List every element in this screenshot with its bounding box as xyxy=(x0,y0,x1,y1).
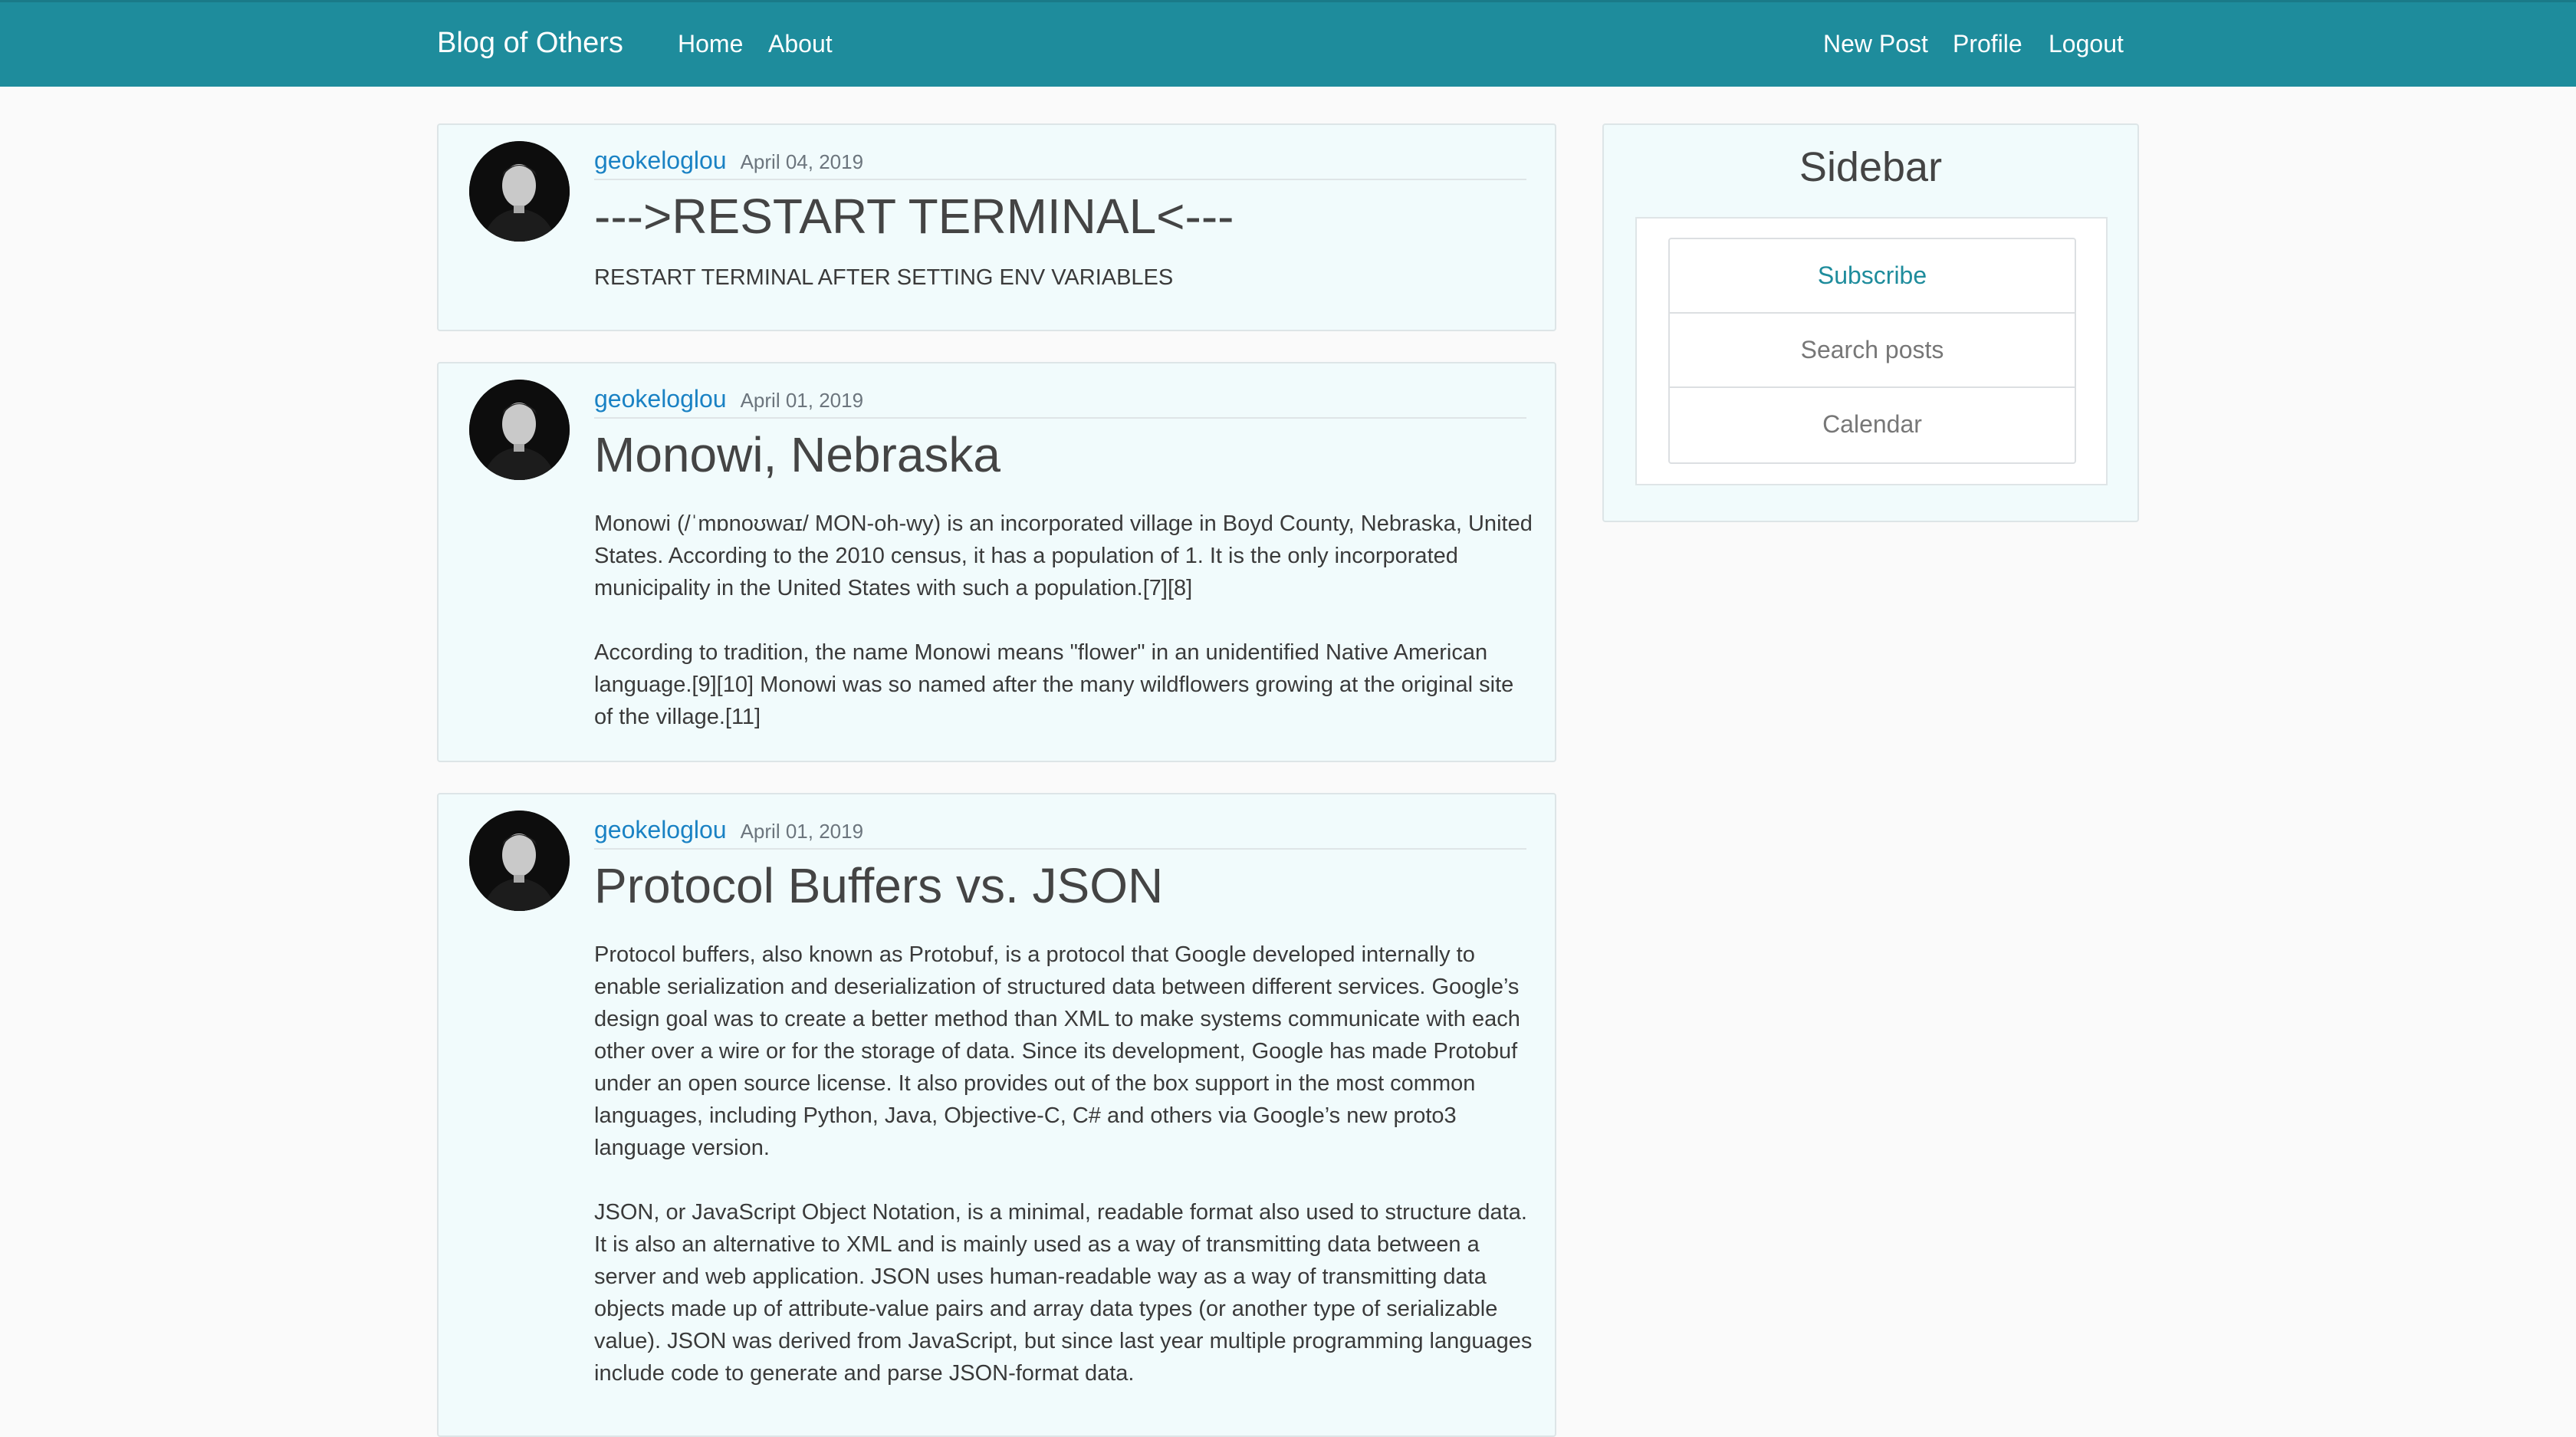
nav-about-link[interactable]: About xyxy=(768,30,833,58)
sidebar-list: Subscribe Search posts Calendar xyxy=(1668,238,2076,464)
post-author-link[interactable]: geokeloglou xyxy=(594,146,727,174)
post-content: Protocol buffers, also known as Protobuf… xyxy=(594,939,1537,1389)
nav-new-post-link[interactable]: New Post xyxy=(1823,30,1928,58)
author-avatar xyxy=(469,811,570,911)
post-paragraph: Protocol buffers, also known as Protobuf… xyxy=(594,942,1520,1160)
post-meta: geokeloglou April 01, 2019 xyxy=(594,816,1526,850)
post-card: geokeloglou April 01, 2019 Monowi, Nebras… xyxy=(437,362,1556,762)
post-card: geokeloglou April 04, 2019 --->RESTART TE… xyxy=(437,123,1556,331)
post-content: RESTART TERMINAL AFTER SETTING ENV VARIA… xyxy=(594,261,1537,294)
post-paragraph: JSON, or JavaScript Object Notation, is … xyxy=(594,1200,1533,1386)
brand-link[interactable]: Blog of Others xyxy=(437,27,623,60)
author-avatar xyxy=(469,141,570,242)
nav-home-link[interactable]: Home xyxy=(678,30,743,58)
post-meta: geokeloglou April 01, 2019 xyxy=(594,385,1526,419)
post-title-link[interactable]: Monowi, Nebraska xyxy=(594,426,1001,483)
sidebar: Sidebar Subscribe Search posts Calendar xyxy=(1602,123,2139,522)
post-content: Monowi (/ˈmɒnoʊwaɪ/ MON-oh-wy) is an inc… xyxy=(594,508,1537,733)
sidebar-item-search-posts[interactable]: Search posts xyxy=(1670,314,2075,388)
nav-profile-link[interactable]: Profile xyxy=(1953,30,2022,58)
sidebar-title: Sidebar xyxy=(1799,144,1943,190)
sidebar-item-subscribe[interactable]: Subscribe xyxy=(1670,239,2075,314)
post-date: April 01, 2019 xyxy=(740,389,864,412)
nav-logout-link[interactable]: Logout xyxy=(2049,30,2124,58)
post-date: April 01, 2019 xyxy=(740,820,864,843)
post-title-link[interactable]: Protocol Buffers vs. JSON xyxy=(594,857,1163,914)
post-title-link[interactable]: --->RESTART TERMINAL<--- xyxy=(594,188,1234,245)
sidebar-panel: Subscribe Search posts Calendar xyxy=(1635,217,2108,485)
post-card: geokeloglou April 01, 2019 Protocol Buffe… xyxy=(437,793,1556,1437)
post-paragraph: RESTART TERMINAL AFTER SETTING ENV VARIA… xyxy=(594,265,1174,290)
author-avatar xyxy=(469,380,570,480)
post-date: April 04, 2019 xyxy=(740,150,864,173)
post-author-link[interactable]: geokeloglou xyxy=(594,816,727,843)
sidebar-item-calendar[interactable]: Calendar xyxy=(1670,388,2075,462)
post-author-link[interactable]: geokeloglou xyxy=(594,385,727,413)
post-meta: geokeloglou April 04, 2019 xyxy=(594,146,1526,180)
top-navbar: Blog of Others Home About New Post Profi… xyxy=(0,0,2576,87)
post-paragraph: According to tradition, the name Monowi … xyxy=(594,640,1514,729)
post-paragraph: Monowi (/ˈmɒnoʊwaɪ/ MON-oh-wy) is an inc… xyxy=(594,511,1533,600)
